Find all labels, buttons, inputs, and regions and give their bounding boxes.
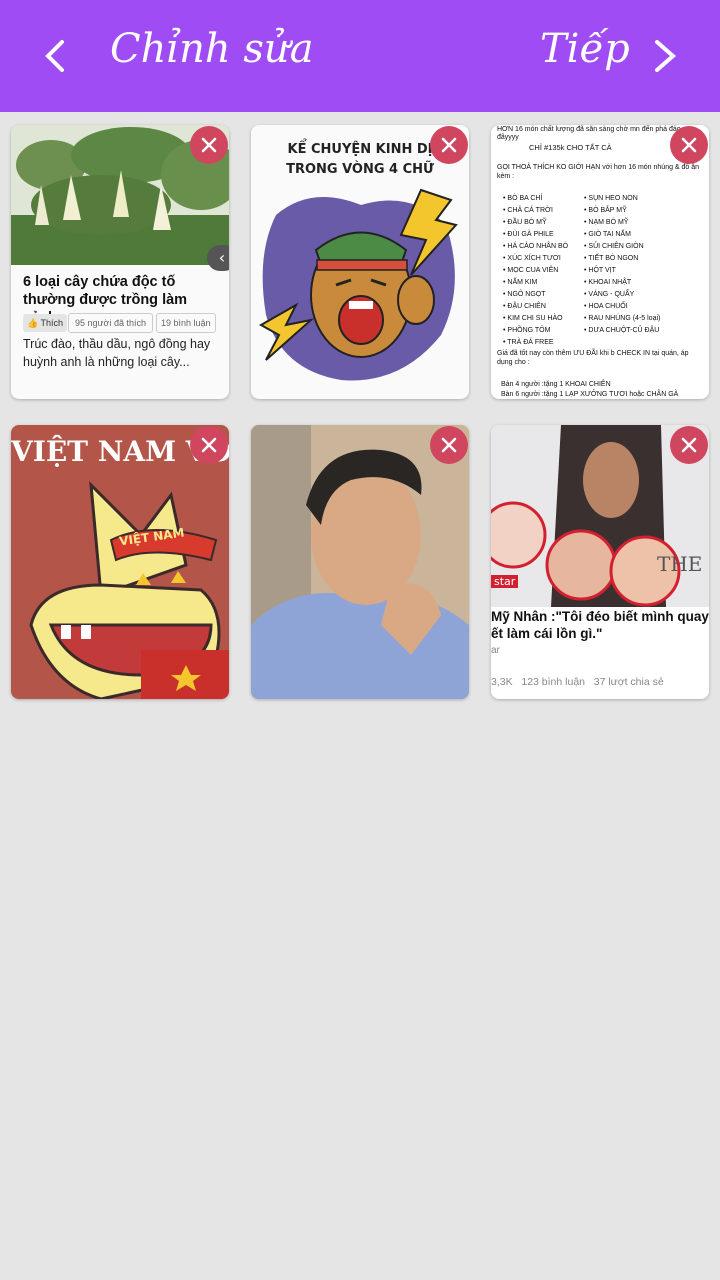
menu-top-line2: đâyyyy [497,134,519,141]
comments-count: 19 bình luận [156,313,216,333]
back-chevron-icon[interactable] [36,36,76,76]
menu-right-item: • BÒ BẮP MỸ [584,207,627,214]
like-label: Thích [40,318,64,328]
thumbnail-card-5[interactable] [251,425,469,699]
comic-caption-line2: TRONG VÒNG 4 CHỮ [286,162,434,177]
close-icon [441,437,457,453]
remove-button[interactable] [190,126,228,164]
menu-right-item: • GIÒ TAI NẤM [584,231,631,238]
close-icon [201,137,217,153]
menu-right-item: • TIẾT BÒ NGON [584,255,639,262]
menu-promo-line: GỌI THOẢ THÍCH KO GIỚI HẠN với hơn 16 mó… [497,164,700,180]
remove-button[interactable] [670,426,708,464]
top-app-bar: Chỉnh sửa Tiếp [0,0,720,112]
remove-button[interactable] [670,126,708,164]
thumbnail-card-1[interactable]: ‹ 6 loại cây chứa độc tố thường được trồ… [11,125,229,399]
screaming-character-illustration [258,188,458,381]
menu-right-item: • HOA CHUỐI [584,303,628,310]
menu-bottom-line3: Bàn 6 người :tặng 1 LẠP XƯỞNG TƯƠI hoặc … [501,391,679,398]
menu-right-item: • SỦI CHIÊN GIÒN [584,243,644,250]
menu-top-line1: HƠN 16 món chất lượng đã sẵn sàng chờ mn… [497,126,681,133]
close-icon [201,437,217,453]
close-icon [441,137,457,153]
menu-right-item: • KHOAI NHẬT [584,279,632,286]
next-chevron-icon[interactable] [645,36,685,76]
close-icon [681,437,697,453]
thumbnail-card-6[interactable]: THE FA star Mỹ Nhân :"Tôi đéo biết mình … [491,425,709,699]
menu-right-item: • RAU NHÚNG (4-5 loại) [584,315,661,322]
remove-button[interactable] [430,426,468,464]
menu-right-item: • HỘT VỊT [584,267,616,274]
likes-count: 95 người đã thích [68,313,153,333]
menu-left-item: • TRÀ ĐÁ FREE [503,339,554,346]
smiling-man-photo [251,425,469,699]
menu-items-right: • SỤN HEO NON • BÒ BẮP MỸ • NẠM BÒ MỸ • GIÒ… [584,193,704,337]
menu-bottom-line2: Bàn 4 người :tặng 1 KHOAI CHIÊN [501,381,611,388]
menu-right-item: • VÁNG - QUẨY [584,291,635,298]
remove-button[interactable] [190,426,228,464]
thumbnail-card-4[interactable]: VIỆT NAM VÔ VIỆT NAM [11,425,229,699]
post-snippet: Trúc đào, thầu dầu, ngô đồng hay huỳnh a… [23,337,211,369]
page-title: Chỉnh sửa [110,26,314,72]
next-button[interactable]: Tiếp [540,26,630,72]
cartoon-character-illustration [29,481,229,699]
menu-bottom-line1: Giá đã tốt nay còn thêm ƯU ĐÃI khi b CHE… [497,350,689,366]
carousel-arrow-icon[interactable]: ‹ [207,245,229,271]
star-badge: star [491,575,519,588]
remove-button[interactable] [430,126,468,164]
post-stats: 3,3K 123 bình luận 37 lượt chia sẻ [491,676,664,688]
menu-right-item: • DƯA CHUỘT-CỦ ĐẬU [584,327,660,334]
menu-right-item: • SỤN HEO NON [584,195,638,202]
close-icon [681,137,697,153]
menu-right-item: • NẠM BÒ MỸ [584,219,629,226]
brand-text: THE FA [657,552,709,576]
menu-price-line: CHỈ #135k CHO TẤT CẢ [529,143,612,152]
post-headline-line2: ết làm cái lồn gì." [491,626,603,641]
post-sub: ar [491,645,500,656]
thumbnail-card-3[interactable]: HƠN 16 món chất lượng đã sẵn sàng chờ mn… [491,125,709,399]
thumbnail-card-2[interactable]: KỂ CHUYỆN KINH DỊ TRONG VÒNG 4 CHỮ [251,125,469,399]
like-chip[interactable]: 👍 Thích [23,314,68,332]
post-headline-line1: Mỹ Nhân :"Tôi đéo biết mình quay [491,609,709,624]
